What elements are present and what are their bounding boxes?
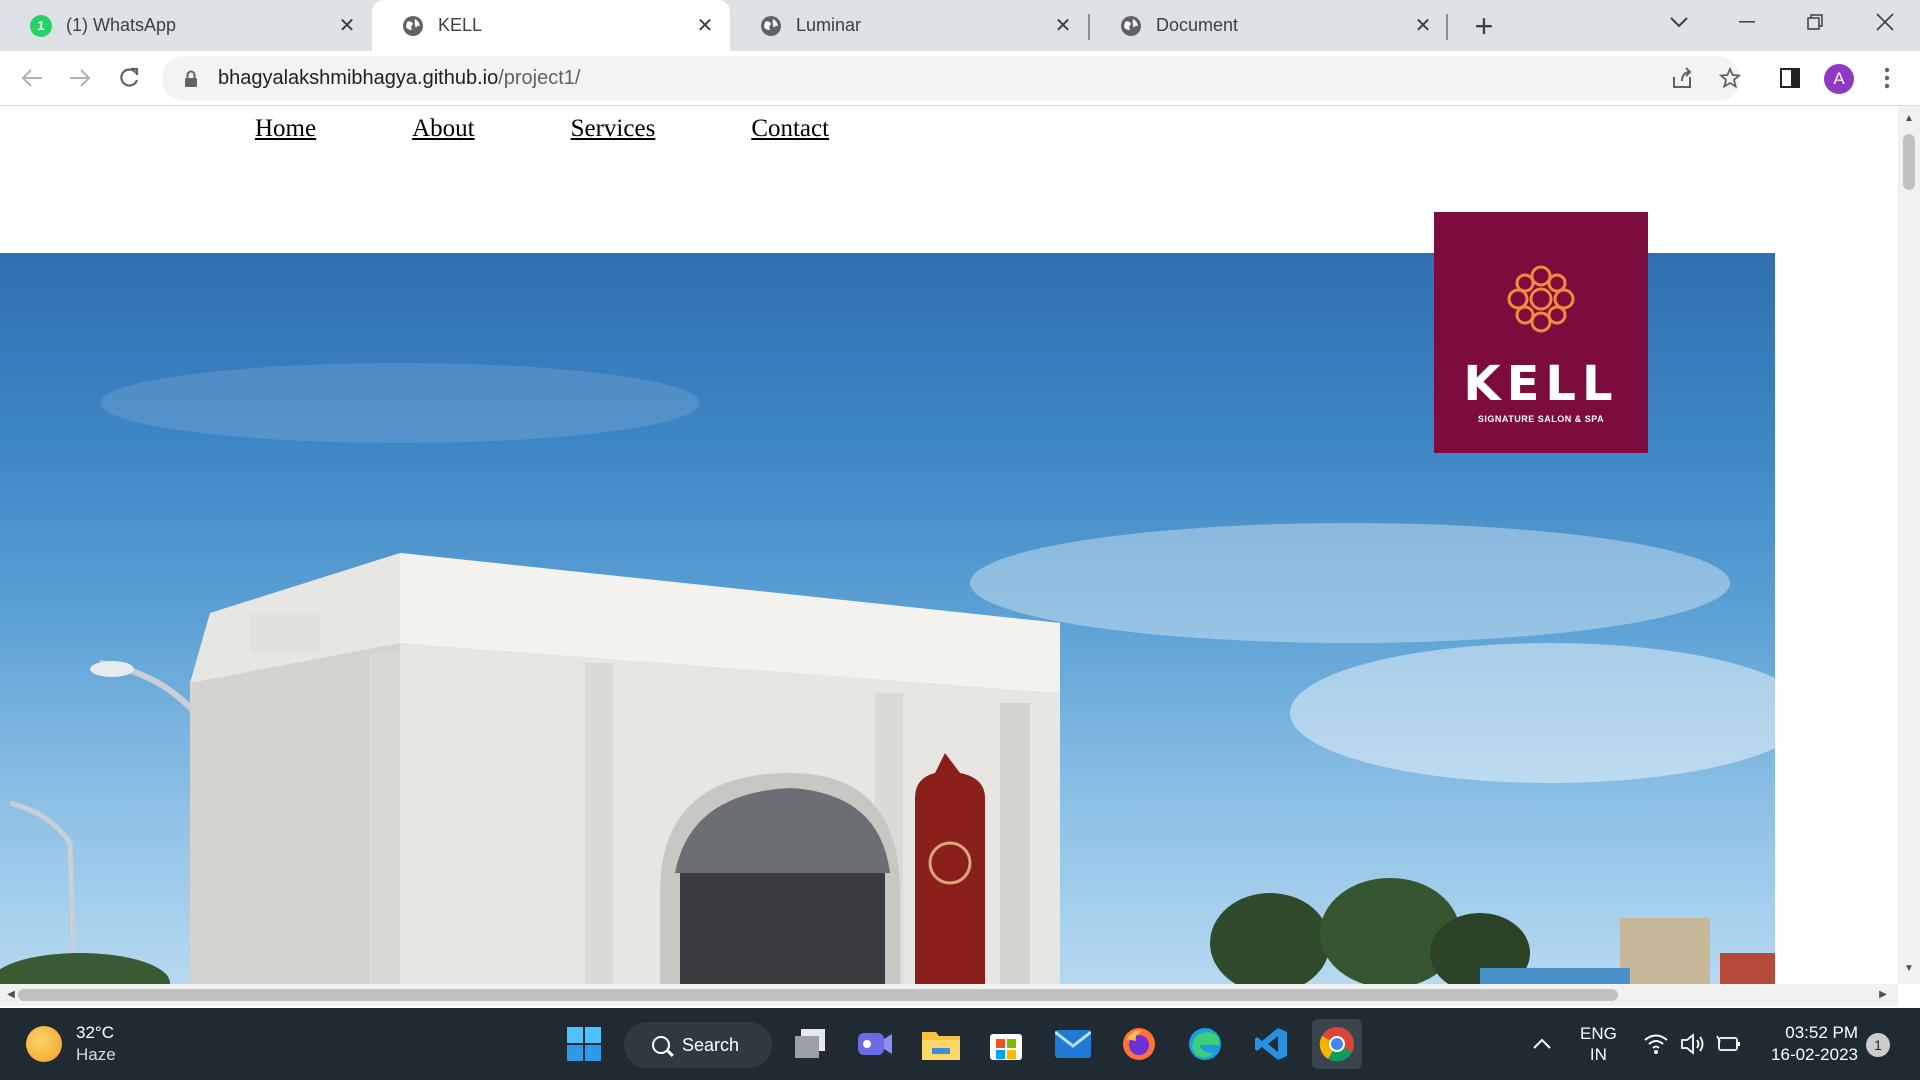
page-viewport: Home About Services Contact KELL SIGNATU…: [0, 106, 1898, 984]
vertical-scrollbar[interactable]: ▲ ▼: [1898, 106, 1920, 984]
teams-chat-icon[interactable]: [850, 1019, 900, 1069]
vscode-icon[interactable]: [1246, 1019, 1296, 1069]
notification-badge[interactable]: 1: [1866, 1033, 1890, 1057]
scroll-up-arrow-icon[interactable]: ▲: [1903, 112, 1915, 126]
tab-separator: [1446, 14, 1448, 40]
new-tab-button[interactable]: +: [1466, 8, 1502, 44]
scroll-down-arrow-icon[interactable]: ▼: [1903, 962, 1915, 976]
reload-button[interactable]: [110, 59, 148, 97]
ornament-icon: [1507, 265, 1575, 333]
close-icon[interactable]: ✕: [1052, 15, 1074, 37]
horizontal-scroll-thumb[interactable]: [18, 989, 1618, 1001]
url-host: bhagyalakshmibhagya.github.io: [218, 67, 499, 89]
language-line1: ENG: [1580, 1024, 1617, 1043]
minimize-button[interactable]: [1722, 0, 1772, 44]
url-text[interactable]: bhagyalakshmibhagya.github.io/project1/: [218, 67, 580, 90]
tab-whatsapp[interactable]: 1 (1) WhatsApp ✕: [0, 0, 372, 51]
tab-document[interactable]: Document ✕: [1090, 0, 1448, 51]
tab-luminar[interactable]: Luminar ✕: [730, 0, 1088, 51]
battery-charging-icon[interactable]: [1716, 1008, 1742, 1080]
taskbar: 32°C Haze Search ENG IN 03:52 PM 16-02-2…: [0, 1008, 1920, 1080]
forward-button[interactable]: [61, 59, 99, 97]
wifi-icon[interactable]: [1644, 1008, 1668, 1080]
globe-icon: [760, 15, 782, 37]
clock-date: 16-02-2023: [1771, 1045, 1858, 1064]
back-button[interactable]: [13, 59, 51, 97]
language-line2: IN: [1589, 1045, 1607, 1064]
chrome-icon[interactable]: [1312, 1019, 1362, 1069]
logo-brand-text: KELL: [1463, 356, 1619, 412]
weather-temp: 32°C: [76, 1023, 114, 1042]
close-icon[interactable]: ✕: [1412, 15, 1434, 37]
start-button[interactable]: [559, 1019, 609, 1069]
scroll-left-arrow-icon[interactable]: ◀: [4, 988, 18, 1002]
globe-icon: [1120, 15, 1142, 37]
weather-widget[interactable]: 32°C Haze: [26, 1022, 116, 1066]
clock-time: 03:52 PM: [1785, 1023, 1858, 1042]
url-path: /project1/: [498, 67, 581, 89]
nav-link-about[interactable]: About: [412, 115, 475, 143]
close-icon[interactable]: ✕: [694, 15, 716, 37]
logo-tagline: SIGNATURE SALON & SPA: [1477, 414, 1605, 424]
whatsapp-icon: 1: [30, 14, 52, 37]
horizontal-scrollbar[interactable]: ◀ ▶: [0, 984, 1898, 1006]
volume-icon[interactable]: [1680, 1008, 1706, 1080]
brand-logo[interactable]: KELL SIGNATURE SALON & SPA: [1434, 212, 1648, 453]
tab-title: (1) WhatsApp: [66, 15, 177, 35]
haze-sun-icon: [26, 1026, 62, 1062]
close-icon[interactable]: ✕: [336, 15, 358, 37]
tray-overflow-chevron-icon[interactable]: [1532, 1008, 1552, 1080]
site-nav: Home About Services Contact: [255, 115, 925, 143]
menu-kebab-icon[interactable]: [1868, 59, 1906, 97]
close-window-button[interactable]: [1860, 0, 1910, 44]
restore-button[interactable]: [1790, 0, 1840, 44]
edge-icon[interactable]: [1180, 1019, 1230, 1069]
scroll-right-arrow-icon[interactable]: ▶: [1876, 988, 1890, 1002]
nav-link-home[interactable]: Home: [255, 115, 316, 143]
tab-title: KELL: [438, 15, 483, 35]
browser-toolbar: bhagyalakshmibhagya.github.io/project1/ …: [0, 51, 1920, 106]
lock-icon[interactable]: [182, 69, 200, 89]
tab-title: Document: [1156, 15, 1239, 35]
nav-link-services[interactable]: Services: [571, 115, 656, 143]
side-panel-icon[interactable]: [1771, 59, 1809, 97]
tab-title: Luminar: [796, 15, 862, 35]
address-bar[interactable]: bhagyalakshmibhagya.github.io/project1/: [162, 56, 1740, 101]
bookmark-star-icon[interactable]: [1711, 59, 1749, 97]
search-icon: [652, 1036, 670, 1054]
nav-link-contact[interactable]: Contact: [751, 115, 829, 143]
tab-strip: 1 (1) WhatsApp ✕ KELL ✕ Luminar ✕ Docume…: [0, 0, 1920, 51]
profile-avatar[interactable]: A: [1824, 64, 1854, 94]
task-view-icon[interactable]: [785, 1019, 835, 1069]
share-icon[interactable]: [1663, 59, 1701, 97]
firefox-icon[interactable]: [1114, 1019, 1164, 1069]
tab-kell[interactable]: KELL ✕: [372, 0, 730, 51]
globe-icon: [402, 15, 424, 37]
weather-condition: Haze: [76, 1045, 116, 1064]
file-explorer-icon[interactable]: [916, 1019, 966, 1069]
language-indicator[interactable]: ENG IN: [1580, 1008, 1617, 1080]
tab-search-chevron-icon[interactable]: [1654, 0, 1704, 44]
system-clock[interactable]: 03:52 PM 16-02-2023: [1762, 1022, 1858, 1066]
vertical-scroll-thumb[interactable]: [1903, 134, 1915, 190]
microsoft-store-icon[interactable]: [981, 1019, 1031, 1069]
mail-icon[interactable]: [1048, 1019, 1098, 1069]
taskbar-search[interactable]: Search: [624, 1022, 772, 1068]
search-label: Search: [682, 1034, 740, 1055]
